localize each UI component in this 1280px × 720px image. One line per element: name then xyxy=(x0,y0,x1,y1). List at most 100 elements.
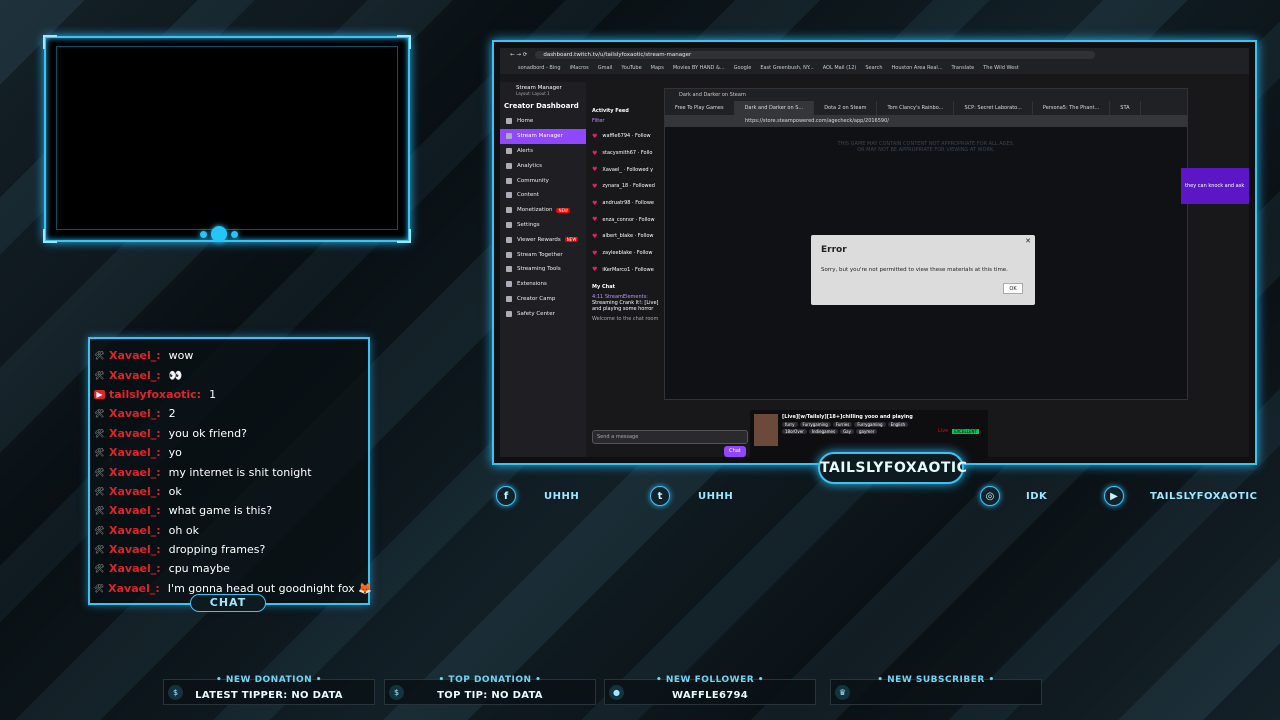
chat-text: cpu maybe xyxy=(168,562,230,576)
ok-button[interactable]: OK xyxy=(1003,283,1023,294)
sidebar-item-creator-camp[interactable]: Creator Camp xyxy=(500,292,586,307)
activity-text: enza_connor · Follow xyxy=(602,216,655,223)
chat-text: 2 xyxy=(168,407,176,421)
chat-username: Xavael_: xyxy=(109,407,161,421)
stream-tag[interactable]: gaymer xyxy=(856,429,878,434)
activity-text: Xavael_ · Followed y xyxy=(602,166,654,173)
browser-tab[interactable]: SCP: Secret Laborato... xyxy=(954,101,1033,115)
browser-tab[interactable]: Persona5: The Phant... xyxy=(1033,101,1111,115)
bookmark-item[interactable]: AOL Mail (12) xyxy=(823,65,857,71)
filter-link[interactable]: Filter xyxy=(588,118,666,128)
stream-tag[interactable]: Furries xyxy=(832,422,853,427)
bookmark-item[interactable]: YouTube xyxy=(621,65,641,71)
sidebar-item-extensions[interactable]: Extensions xyxy=(500,277,586,292)
mod-icon: 🛠 xyxy=(94,467,105,477)
activity-text: waffle6794 · Follow xyxy=(602,133,651,140)
heart-icon: ♥ xyxy=(592,132,598,140)
social-instagram[interactable]: ◎ IDK xyxy=(980,486,1047,506)
sidebar-item-settings[interactable]: Settings xyxy=(500,218,586,233)
chat-message: 🛠 Xavael_: oh ok xyxy=(90,521,368,540)
bookmark-item[interactable]: Google xyxy=(734,65,752,71)
sidebar-item-safety-center[interactable]: Safety Center xyxy=(500,306,586,321)
sidebar-item-stream-manager[interactable]: Stream Manager xyxy=(500,128,586,144)
alert-value: LATEST TIPPER: NO DATA xyxy=(195,690,343,701)
social-youtube[interactable]: ▶ TAILSLYFOXAOTIC xyxy=(1104,486,1257,506)
browser-tab[interactable]: Dota 2 on Steam xyxy=(814,101,878,115)
nav-arrows-icon[interactable]: ← → ⟳ xyxy=(510,52,527,58)
stream-tag[interactable]: furry xyxy=(782,422,798,427)
chat-text: 1 xyxy=(209,387,217,401)
stream-tag[interactable]: 18orOver xyxy=(782,429,807,434)
bookmark-item[interactable]: Gmail xyxy=(598,65,613,71)
sidebar-item-streaming-tools[interactable]: Streaming Tools xyxy=(500,262,586,277)
chat-message: 🛠 Xavael_: what game is this? xyxy=(90,501,368,520)
bookmark-item[interactable]: sonadbord - Bing xyxy=(518,65,561,71)
bookmark-item[interactable]: East Greenbush, NY... xyxy=(760,65,813,71)
activity-feed-row[interactable]: ♥ Xavael_ · Followed y xyxy=(588,161,666,178)
social-handle: UHHH xyxy=(544,490,580,502)
webcam-frame xyxy=(43,35,411,243)
activity-feed-row[interactable]: ♥ andruatr98 · Followe xyxy=(588,195,666,212)
chat-send-button[interactable]: Chat xyxy=(724,446,746,457)
nav-icon xyxy=(506,177,512,184)
chat-username: Xavael_: xyxy=(109,504,161,518)
activity-feed-row[interactable]: ♥ enza_connor · Follow xyxy=(588,211,666,228)
address-bar[interactable]: ← → ⟳ dashboard.twitch.tv/u/tailslyfoxao… xyxy=(500,48,1249,62)
chat-text: I'm gonna head out goodnight fox 🦊 xyxy=(167,581,372,595)
chat-username: Xavael_: xyxy=(109,446,161,460)
sidebar-item-community[interactable]: Community xyxy=(500,173,586,188)
chat-username: Xavael_: xyxy=(109,426,161,440)
url-field[interactable]: dashboard.twitch.tv/u/tailslyfoxaotic/st… xyxy=(535,51,1096,59)
activity-feed-row[interactable]: ♥ albert_blake · Follow xyxy=(588,228,666,245)
stream-tag[interactable]: English xyxy=(887,422,909,427)
close-icon[interactable]: ✕ xyxy=(1025,237,1031,245)
bookmark-item[interactable]: iMacros xyxy=(570,65,589,71)
age-warning: OR MAY NOT BE APPROPRIATE FOR VIEWING AT… xyxy=(857,147,995,153)
activity-feed-title: Activity Feed xyxy=(592,108,629,114)
activity-feed-row[interactable]: ♥ waffle6794 · Follow xyxy=(588,128,666,145)
sidebar-item-analytics[interactable]: Analytics xyxy=(500,158,586,173)
chat-input[interactable]: Send a message xyxy=(592,430,748,444)
instagram-icon: ◎ xyxy=(980,486,1000,506)
sidebar-item-stream-together[interactable]: Stream Together xyxy=(500,247,586,262)
activity-text: iKerMarco1 · Followe xyxy=(602,266,654,273)
bookmark-item[interactable]: Maps xyxy=(651,65,664,71)
stream-tag[interactable]: Furrygaming xyxy=(799,422,831,427)
activity-feed-row[interactable]: ♥ zynara_18 · Followed xyxy=(588,178,666,195)
sidebar-item-viewer-rewards[interactable]: Viewer Rewards NEW xyxy=(500,232,586,247)
steam-url-field[interactable]: https://store.steampowered.com/agecheck/… xyxy=(665,115,1187,127)
bookmark-item[interactable]: Movies BY HAND &... xyxy=(673,65,725,71)
sidebar-item-content[interactable]: Content xyxy=(500,188,586,203)
stream-tag[interactable]: Furrygaming xyxy=(854,422,886,427)
alert-label: • NEW FOLLOWER • xyxy=(655,675,765,685)
browser-tab[interactable]: STA xyxy=(1110,101,1141,115)
activity-feed-row[interactable]: ♥ zayleeblake · Follow xyxy=(588,245,666,262)
stream-tag[interactable]: Gay xyxy=(840,429,854,434)
chat-message: 🛠 Xavael_: 2 xyxy=(90,404,368,423)
sidebar-item-alerts[interactable]: Alerts xyxy=(500,144,586,159)
chat-text: you ok friend? xyxy=(168,426,247,440)
streamer-name-plate: TAILSLYFOXAOTIC xyxy=(818,452,967,484)
bookmark-item[interactable]: Translate xyxy=(952,65,975,71)
activity-feed-row[interactable]: ♥ stacysmith67 · Follo xyxy=(588,145,666,162)
bookmark-item[interactable]: The Wild West xyxy=(983,65,1019,71)
social-twitter[interactable]: t UHHH xyxy=(650,486,733,506)
mod-icon: 🛠 xyxy=(94,428,105,438)
bookmark-item[interactable]: Search xyxy=(865,65,882,71)
browser-tab[interactable]: Free To Play Games xyxy=(665,101,735,115)
browser-tab[interactable]: Dark and Darker on S... xyxy=(734,101,815,115)
sidebar-item-monetization[interactable]: Monetization NEW xyxy=(500,203,586,218)
sidebar-item-home[interactable]: Home xyxy=(500,114,586,129)
browser-tab[interactable]: Tom Clancy's Rainbo... xyxy=(877,101,955,115)
frame-corner xyxy=(397,229,411,243)
chat-username: Xavael_: xyxy=(109,523,161,537)
error-title: Error xyxy=(821,245,847,255)
heart-icon: ♥ xyxy=(592,182,598,190)
bookmark-item[interactable]: Houston Area Real... xyxy=(892,65,943,71)
error-message: Sorry, but you're not permitted to view … xyxy=(821,267,1008,273)
sidebar-item-label: Alerts xyxy=(517,147,533,154)
stream-tag[interactable]: Indiegames xyxy=(808,429,839,434)
social-facebook[interactable]: f UHHH xyxy=(496,486,579,506)
activity-feed-row[interactable]: ♥ iKerMarco1 · Followe xyxy=(588,262,666,279)
chat-message: 🛠 Xavael_: cpu maybe xyxy=(90,559,368,578)
